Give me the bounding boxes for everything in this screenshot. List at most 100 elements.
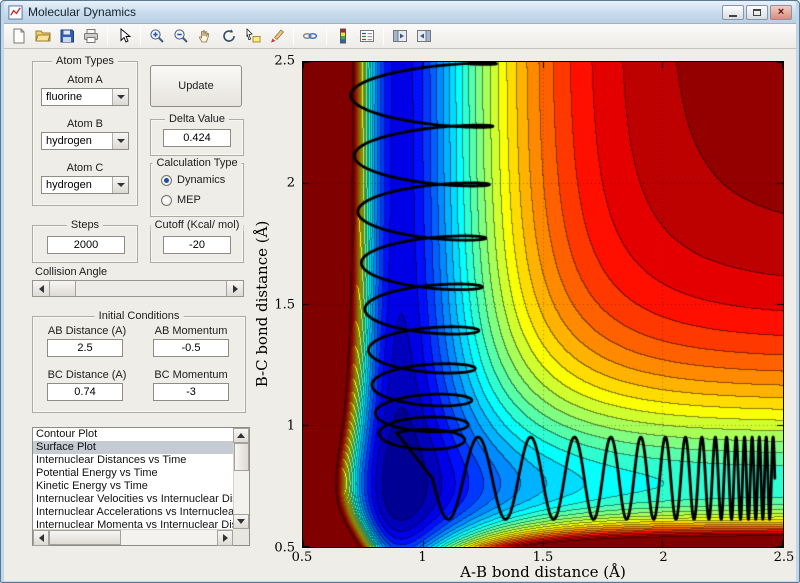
steps-title: Steps bbox=[66, 219, 104, 231]
new-figure-icon[interactable] bbox=[8, 25, 30, 47]
ab-distance-field[interactable] bbox=[47, 339, 123, 357]
right-arrow-icon bbox=[232, 284, 238, 293]
plot-type-listbox[interactable]: Contour Plot Surface Plot Internuclear D… bbox=[32, 427, 250, 546]
initial-conditions-panel: Initial Conditions AB Distance (A) AB Mo… bbox=[32, 310, 246, 413]
data-cursor-icon[interactable] bbox=[242, 25, 264, 47]
right-arrow-icon bbox=[222, 534, 228, 542]
calculation-type-panel: Calculation Type Dynamics MEP bbox=[150, 157, 244, 217]
scroll-up-button[interactable] bbox=[233, 428, 249, 443]
y-tick-label: 0.5 bbox=[274, 540, 295, 556]
list-item[interactable]: Surface Plot bbox=[33, 441, 233, 454]
titlebar[interactable]: Molecular Dynamics × bbox=[4, 1, 796, 23]
radio-mep-label: MEP bbox=[177, 194, 201, 206]
list-item[interactable]: Internuclear Distances vs Time bbox=[33, 454, 233, 467]
hide-plot-tools-icon[interactable] bbox=[389, 25, 411, 47]
slider-thumb[interactable] bbox=[50, 281, 76, 296]
edit-plot-icon[interactable] bbox=[113, 25, 135, 47]
chevron-down-icon bbox=[116, 95, 125, 99]
toolbar-separator bbox=[293, 27, 294, 45]
steps-panel: Steps bbox=[32, 219, 138, 263]
list-item[interactable]: Kinetic Energy vs Time bbox=[33, 480, 233, 493]
atom-c-dropdown[interactable]: hydrogen bbox=[41, 176, 129, 194]
toolbar bbox=[4, 23, 796, 49]
zoom-in-icon[interactable] bbox=[146, 25, 168, 47]
atom-c-dropdown-button[interactable] bbox=[112, 177, 128, 193]
list-item[interactable]: Internuclear Accelerations vs Internucle… bbox=[33, 506, 233, 519]
radio-dynamics-label: Dynamics bbox=[177, 174, 226, 186]
show-plot-tools-icon[interactable] bbox=[413, 25, 435, 47]
horizontal-scroll-thumb[interactable] bbox=[49, 530, 121, 545]
atom-a-dropdown[interactable]: fluorine bbox=[41, 88, 129, 106]
bc-distance-field[interactable] bbox=[47, 383, 123, 401]
y-tick-label: 1 bbox=[286, 418, 295, 434]
radio-dynamics[interactable]: Dynamics bbox=[161, 174, 225, 186]
save-figure-icon[interactable] bbox=[56, 25, 78, 47]
toolbar-separator bbox=[140, 27, 141, 45]
zoom-out-icon[interactable] bbox=[170, 25, 192, 47]
list-item[interactable]: Internuclear Momenta vs Internuclear Dis… bbox=[33, 519, 233, 529]
left-arrow-icon bbox=[38, 284, 44, 293]
maximize-icon bbox=[753, 8, 761, 16]
toolbar-separator bbox=[326, 27, 327, 45]
cutoff-field[interactable] bbox=[163, 236, 231, 254]
atom-b-label: Atom B bbox=[66, 118, 104, 130]
scroll-left-button[interactable] bbox=[33, 530, 49, 546]
app-window: Molecular Dynamics × Atom Types Atom A f… bbox=[0, 0, 800, 583]
atom-b-dropdown[interactable]: hydrogen bbox=[41, 132, 129, 150]
delta-value-field[interactable] bbox=[163, 129, 231, 147]
pan-icon[interactable] bbox=[194, 25, 216, 47]
toolbar-separator bbox=[383, 27, 384, 45]
main-content: Atom Types Atom A fluorine Atom B hydrog… bbox=[4, 49, 796, 581]
delta-value-title: Delta Value bbox=[164, 113, 230, 125]
radio-mep-circle[interactable] bbox=[161, 194, 172, 206]
print-figure-icon[interactable] bbox=[80, 25, 102, 47]
atom-a-dropdown-button[interactable] bbox=[112, 89, 128, 105]
atom-types-title: Atom Types bbox=[52, 55, 118, 67]
y-axis-label: B-C bond distance (Å) bbox=[253, 220, 271, 388]
bc-momentum-field[interactable] bbox=[153, 383, 229, 401]
atom-c-label: Atom C bbox=[66, 162, 104, 174]
scroll-down-button[interactable] bbox=[233, 514, 249, 529]
maximize-button[interactable] bbox=[746, 4, 768, 20]
ab-momentum-field[interactable] bbox=[153, 339, 229, 357]
down-arrow-icon bbox=[237, 519, 245, 524]
steps-field[interactable] bbox=[47, 236, 125, 254]
delta-value-panel: Delta Value bbox=[150, 113, 244, 156]
cutoff-panel: Cutoff (Kcal/ mol) bbox=[150, 219, 244, 263]
horizontal-scrollbar[interactable] bbox=[33, 529, 233, 546]
list-item[interactable]: Internuclear Velocities vs Internuclear … bbox=[33, 493, 233, 506]
bc-momentum-label: BC Momentum bbox=[154, 369, 228, 381]
radio-mep[interactable]: MEP bbox=[161, 194, 201, 206]
rotate-3d-icon[interactable] bbox=[218, 25, 240, 47]
open-file-icon[interactable] bbox=[32, 25, 54, 47]
vertical-scrollbar[interactable] bbox=[233, 428, 249, 529]
update-button[interactable]: Update bbox=[150, 65, 242, 107]
slider-right-arrow[interactable] bbox=[226, 281, 243, 296]
insert-colorbar-icon[interactable] bbox=[332, 25, 354, 47]
radio-dynamics-circle[interactable] bbox=[161, 174, 172, 186]
list-item[interactable]: Potential Energy vs Time bbox=[33, 467, 233, 480]
slider-track[interactable] bbox=[76, 281, 226, 296]
pes-canvas[interactable] bbox=[302, 61, 784, 548]
insert-legend-icon[interactable] bbox=[356, 25, 378, 47]
x-axis-label: A-B bond distance (Å) bbox=[460, 563, 626, 581]
scroll-right-button[interactable] bbox=[217, 530, 233, 546]
close-button[interactable]: × bbox=[770, 4, 792, 20]
list-item[interactable]: Contour Plot bbox=[33, 428, 233, 441]
collision-angle-slider[interactable] bbox=[32, 280, 244, 297]
atom-a-value: fluorine bbox=[46, 91, 83, 103]
window-title: Molecular Dynamics bbox=[28, 5, 137, 19]
y-tick-label: 2.5 bbox=[274, 53, 295, 69]
slider-left-arrow[interactable] bbox=[33, 281, 50, 296]
atom-b-dropdown-button[interactable] bbox=[112, 133, 128, 149]
y-tick-labels: 2.5 2 1.5 1 0.5 bbox=[270, 54, 298, 556]
link-plot-icon[interactable] bbox=[299, 25, 321, 47]
brush-icon[interactable] bbox=[266, 25, 288, 47]
chevron-down-icon bbox=[116, 183, 125, 187]
y-tick-label: 2 bbox=[286, 175, 295, 191]
atom-a-label: Atom A bbox=[67, 74, 103, 86]
calculation-type-title: Calculation Type bbox=[152, 157, 242, 169]
vertical-scroll-thumb[interactable] bbox=[234, 443, 249, 471]
window-buttons: × bbox=[722, 4, 792, 20]
minimize-button[interactable] bbox=[722, 4, 744, 20]
